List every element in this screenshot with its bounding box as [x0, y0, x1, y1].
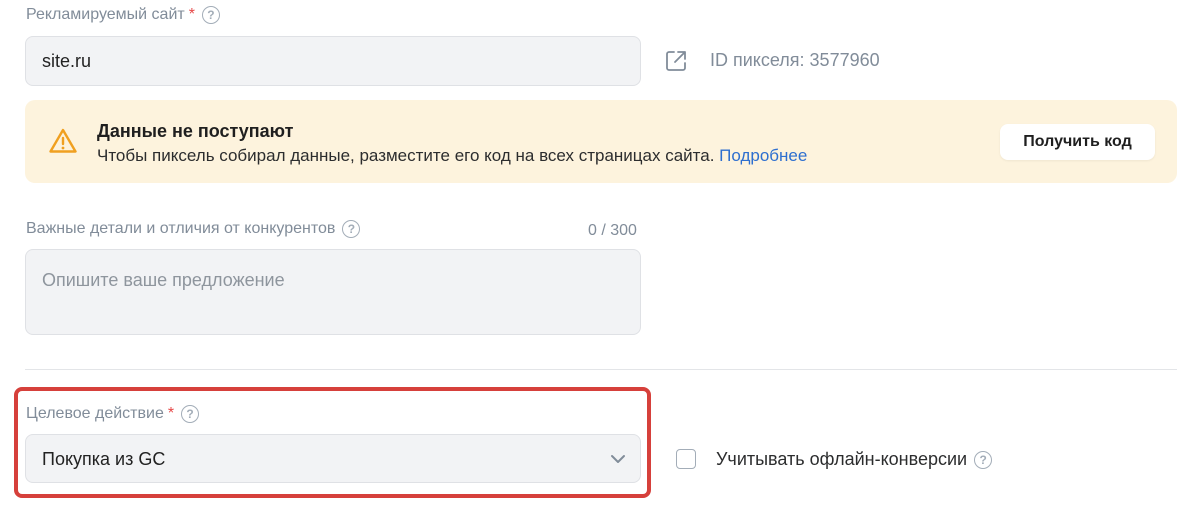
site-input-value: site.ru	[42, 51, 92, 71]
site-label: Рекламируемый сайт * ?	[26, 6, 220, 24]
required-mark: *	[188, 6, 195, 23]
details-placeholder: Опишите ваше предложение	[42, 270, 285, 290]
site-input[interactable]: site.ru	[25, 36, 641, 86]
details-textarea[interactable]: Опишите ваше предложение	[25, 249, 641, 335]
warning-icon	[49, 128, 77, 153]
offline-conversions-label[interactable]: Учитывать офлайн-конверсии ?	[716, 449, 993, 470]
target-action-label-text: Целевое действие	[26, 405, 164, 422]
char-counter: 0 / 300	[588, 222, 637, 239]
help-icon[interactable]: ?	[974, 450, 993, 469]
help-icon[interactable]: ?	[201, 6, 220, 24]
alert-title: Данные не поступают	[97, 121, 294, 141]
offline-conversions-checkbox[interactable]	[676, 449, 696, 469]
target-action-select[interactable]: Покупка из GC	[25, 434, 641, 483]
data-warning-alert: Данные не поступают Чтобы пиксель собира…	[25, 100, 1177, 183]
target-action-value: Покупка из GC	[42, 449, 166, 469]
alert-message: Чтобы пиксель собирал данные, разместите…	[97, 146, 715, 165]
help-icon[interactable]: ?	[181, 405, 200, 423]
details-label-text: Важные детали и отличия от конкурентов	[26, 220, 336, 237]
get-code-button[interactable]: Получить код	[1000, 124, 1155, 160]
target-action-label: Целевое действие * ?	[26, 405, 200, 423]
pixel-id: ID пикселя: 3577960	[710, 50, 880, 70]
alert-text: Чтобы пиксель собирал данные, разместите…	[97, 146, 807, 166]
required-mark: *	[167, 405, 175, 422]
divider	[25, 369, 1177, 370]
offline-conversions-text: Учитывать офлайн-конверсии	[716, 449, 968, 469]
details-label: Важные детали и отличия от конкурентов ?	[26, 220, 361, 238]
site-label-text: Рекламируемый сайт	[26, 6, 185, 23]
chevron-down-icon	[611, 455, 625, 463]
external-link-icon[interactable]	[664, 49, 688, 73]
learn-more-link[interactable]: Подробнее	[719, 146, 807, 165]
help-icon[interactable]: ?	[342, 220, 361, 238]
